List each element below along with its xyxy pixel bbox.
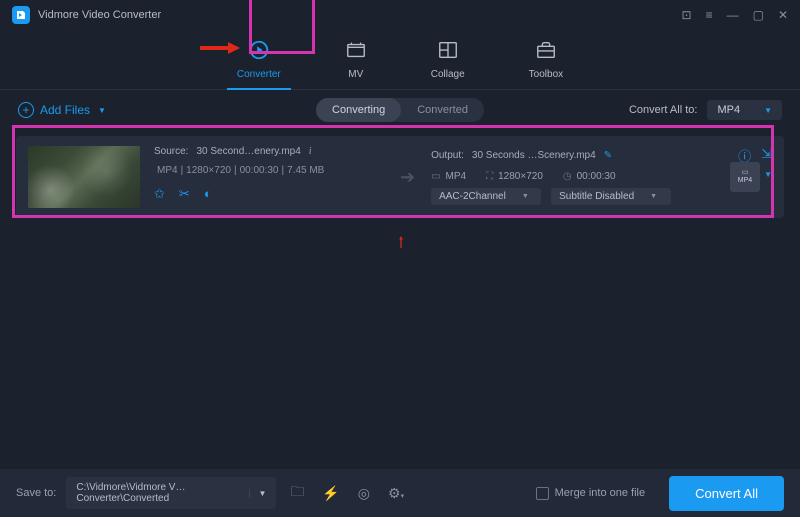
save-path-select[interactable]: C:\Vidmore\Vidmore V… Converter\Converte… xyxy=(66,477,276,509)
file-list: Source: 30 Second…enery.mp4 i MP4|1280×7… xyxy=(0,130,800,224)
edit-icon[interactable]: ✎ xyxy=(604,150,612,161)
out-format: ▭ MP4 xyxy=(431,171,466,182)
mv-icon xyxy=(345,39,367,66)
toolbox-icon xyxy=(535,39,557,66)
tab-collage[interactable]: Collage xyxy=(423,30,473,89)
tab-toolbox[interactable]: Toolbox xyxy=(521,30,571,89)
chevron-down-icon: ▼ xyxy=(650,193,657,200)
chevron-down-icon: ▼ xyxy=(98,106,106,115)
tab-converted[interactable]: Converted xyxy=(401,98,484,122)
chevron-down-icon: ▼ xyxy=(764,106,772,115)
chevron-down-icon: ▼ xyxy=(522,193,529,200)
tab-converter[interactable]: Converter xyxy=(229,30,289,89)
bottom-bar: Save to: C:\Vidmore\Vidmore V… Converter… xyxy=(0,469,800,517)
window-controls: ⊡ ≡ — ▢ ✕ xyxy=(682,8,788,22)
minimize-icon[interactable]: — xyxy=(727,8,739,22)
format-select[interactable]: MP4 ▼ xyxy=(707,100,782,120)
merge-checkbox[interactable]: Merge into one file xyxy=(536,487,646,500)
add-files-button[interactable]: + Add Files ▼ xyxy=(18,102,106,118)
star-icon[interactable]: ✩ xyxy=(154,186,165,202)
save-to-label: Save to: xyxy=(16,487,56,499)
output-format-badge[interactable]: ▭MP4 xyxy=(730,162,760,192)
source-label: Source: xyxy=(154,146,188,157)
source-info: Source: 30 Second…enery.mp4 i MP4|1280×7… xyxy=(154,146,384,208)
file-item[interactable]: Source: 30 Second…enery.mp4 i MP4|1280×7… xyxy=(16,136,784,218)
annotation-arrow xyxy=(200,42,240,54)
hardware-accel-icon[interactable]: ⚡ xyxy=(318,481,343,506)
titlebar: Vidmore Video Converter ⊡ ≡ — ▢ ✕ xyxy=(0,0,800,30)
output-label: Output: xyxy=(431,150,464,161)
tab-converting[interactable]: Converting xyxy=(316,98,401,122)
info-icon[interactable]: i xyxy=(309,146,312,157)
top-nav: Converter MV Collage Toolbox xyxy=(0,30,800,90)
output-info: Output: 30 Seconds …Scenery.mp4 ✎ ⓘ ⇲ ▭ … xyxy=(431,146,772,208)
arrow-icon: ➔ xyxy=(398,146,417,208)
compress-icon[interactable]: ⇲ xyxy=(761,146,772,165)
format-value: MP4 xyxy=(717,104,740,116)
menu-icon[interactable]: ≡ xyxy=(706,8,713,22)
high-speed-icon[interactable]: ◎ xyxy=(354,481,374,506)
chevron-down-icon: ▼ xyxy=(249,489,266,498)
save-path-value: C:\Vidmore\Vidmore V… Converter\Converte… xyxy=(76,482,249,504)
merge-label: Merge into one file xyxy=(555,487,646,499)
cut-icon[interactable]: ✂ xyxy=(179,186,190,202)
tab-label: Collage xyxy=(431,69,465,80)
tab-label: Converter xyxy=(237,69,281,80)
app-title: Vidmore Video Converter xyxy=(38,9,161,21)
convert-all-label: Convert All to: xyxy=(629,104,697,116)
subtitle-select[interactable]: Subtitle Disabled▼ xyxy=(551,188,671,205)
video-thumbnail[interactable] xyxy=(28,146,140,208)
settings-icon[interactable]: ⚙▾ xyxy=(384,481,408,506)
out-duration: ◷ 00:00:30 xyxy=(563,171,616,182)
enhance-icon[interactable]: ◐ xyxy=(204,186,212,202)
source-meta: MP4|1280×720|00:00:30|7.45 MB xyxy=(154,165,384,176)
chevron-down-icon[interactable]: ▼ xyxy=(764,170,772,179)
tab-mv[interactable]: MV xyxy=(337,30,375,89)
convert-all-button[interactable]: Convert All xyxy=(669,476,784,511)
folder-icon[interactable]: 🗀 xyxy=(286,477,308,509)
tab-label: Toolbox xyxy=(529,69,563,80)
add-files-label: Add Files xyxy=(40,103,90,117)
close-icon[interactable]: ✕ xyxy=(778,8,788,22)
tab-label: MV xyxy=(348,69,363,80)
source-filename: 30 Second…enery.mp4 xyxy=(196,146,300,157)
toolbar: + Add Files ▼ Converting Converted Conve… xyxy=(0,90,800,130)
collage-icon xyxy=(437,39,459,66)
checkbox-icon xyxy=(536,487,549,500)
converter-icon xyxy=(248,39,270,66)
out-resolution: ⛶ 1280×720 xyxy=(486,171,543,182)
convert-all-to: Convert All to: MP4 ▼ xyxy=(629,100,782,120)
feedback-icon[interactable]: ⊡ xyxy=(682,8,692,22)
output-filename: 30 Seconds …Scenery.mp4 xyxy=(472,150,596,161)
maximize-icon[interactable]: ▢ xyxy=(753,8,764,22)
audio-select[interactable]: AAC-2Channel▼ xyxy=(431,188,541,205)
app-logo xyxy=(12,6,30,24)
annotation-arrow xyxy=(381,236,421,248)
status-tabs: Converting Converted xyxy=(316,98,484,122)
plus-icon: + xyxy=(18,102,34,118)
